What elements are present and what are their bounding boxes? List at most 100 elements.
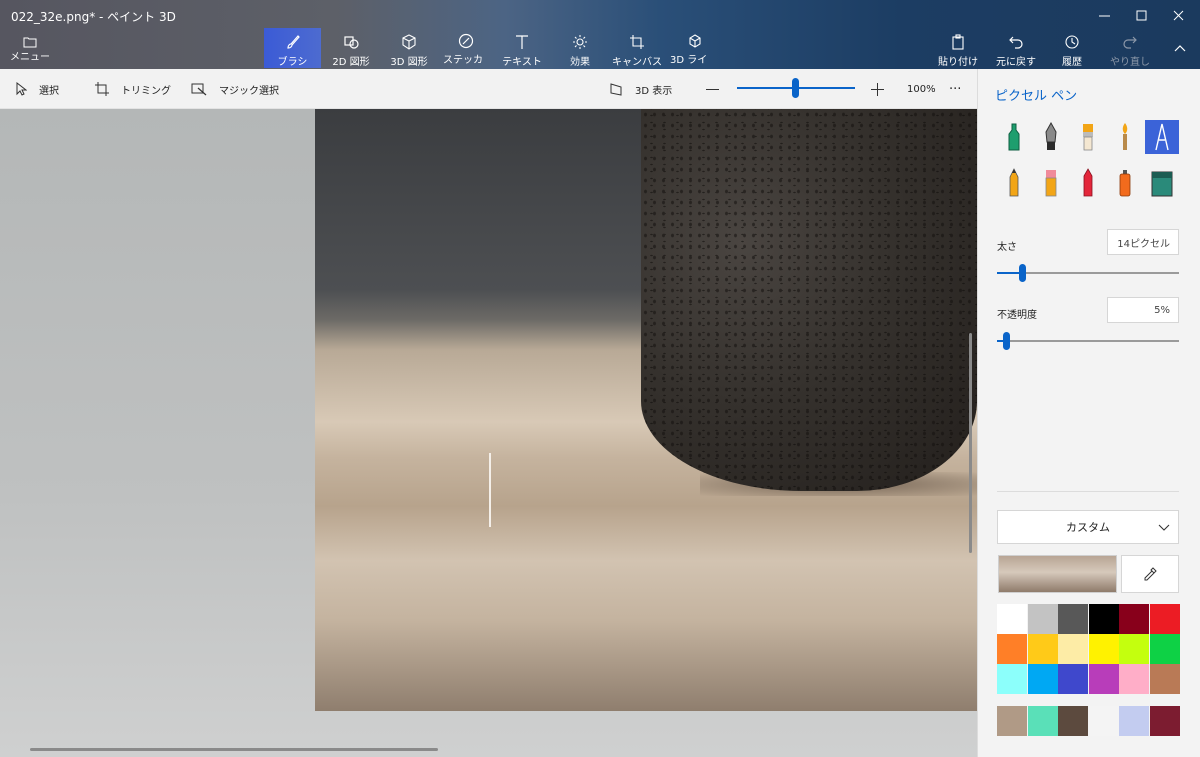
tool-brushes[interactable]: ブラシ: [264, 28, 321, 68]
brush-eraser[interactable]: [1034, 166, 1068, 200]
tool-effects[interactable]: 効果: [557, 28, 603, 68]
palette-swatch[interactable]: [1088, 634, 1119, 664]
palette-swatch[interactable]: [1058, 634, 1088, 664]
undo-button[interactable]: 元に戻す: [994, 28, 1038, 68]
palette-swatch[interactable]: [1149, 664, 1180, 694]
custom-color-swatch[interactable]: [1058, 706, 1088, 736]
maximize-icon: [1136, 10, 1146, 20]
paste-button[interactable]: 貼り付け: [936, 28, 980, 68]
2d-shapes-icon: [344, 36, 359, 49]
select-button[interactable]: 選択: [15, 69, 59, 109]
crop-button[interactable]: トリミング: [95, 69, 171, 109]
text-icon: [516, 35, 528, 49]
redo-icon: [1123, 36, 1137, 49]
brush-pixel-pen[interactable]: [1145, 120, 1179, 154]
tool-label: 履歴: [1062, 57, 1082, 68]
3d-shapes-icon: [402, 34, 416, 50]
palette-swatch[interactable]: [1058, 664, 1088, 694]
plus-icon: [871, 82, 884, 96]
tool-2d-shapes[interactable]: 2D 図形: [327, 28, 375, 68]
palette-swatch[interactable]: [997, 604, 1027, 634]
watercolor-icon: [1122, 123, 1128, 150]
palette-swatch[interactable]: [997, 634, 1027, 664]
zoom-slider-thumb[interactable]: [792, 78, 799, 98]
palette-swatch[interactable]: [1058, 604, 1088, 634]
palette-swatch[interactable]: [1027, 604, 1058, 634]
palette-swatch[interactable]: [1149, 634, 1180, 664]
brush-fill[interactable]: [1145, 166, 1179, 200]
zoom-out-button[interactable]: [706, 69, 731, 109]
palette-swatch[interactable]: [1119, 664, 1149, 694]
custom-color-swatch[interactable]: [1119, 706, 1149, 736]
tool-label: ブラシ: [277, 57, 308, 68]
palette-swatch[interactable]: [997, 664, 1027, 694]
sticker-icon: [458, 33, 474, 49]
palette-swatch[interactable]: [1027, 634, 1058, 664]
brush-pencil[interactable]: [997, 166, 1031, 200]
tool-label: 貼り付け: [938, 57, 978, 68]
canvas-toolbar: 選択 トリミング マジック選択 3D 表示 100% ···: [0, 69, 977, 109]
brush-marker[interactable]: [997, 120, 1031, 154]
brush-oil[interactable]: [1071, 120, 1105, 154]
palette-swatch[interactable]: [1027, 664, 1058, 694]
tool-label: テキスト: [502, 57, 542, 68]
palette-swatch[interactable]: [1088, 604, 1119, 634]
brush-calligraphy[interactable]: [1034, 120, 1068, 154]
tool-label: 2D 図形: [332, 57, 370, 68]
more-icon: ···: [949, 81, 962, 97]
thickness-input[interactable]: 14ピクセル: [1107, 229, 1179, 255]
cursor-icon: [16, 82, 27, 96]
calligraphy-pen-icon: [1045, 122, 1057, 150]
thickness-label: 太さ: [997, 242, 1017, 253]
ribbon: 022_32e.png* - ペイント 3D メニュー ブラシ 2D 図形 3D…: [0, 0, 1200, 81]
custom-color-swatch[interactable]: [1149, 706, 1180, 736]
vertical-scrollbar[interactable]: [969, 333, 972, 553]
spray-can-icon: [1119, 170, 1131, 197]
collapse-ribbon-button[interactable]: [1158, 33, 1200, 63]
eyedropper-icon: [1144, 567, 1157, 581]
palette-swatch[interactable]: [1088, 664, 1119, 694]
custom-color-swatch[interactable]: [997, 706, 1027, 736]
crop-icon: [95, 82, 109, 96]
tool-text[interactable]: テキスト: [499, 28, 545, 68]
zoom-in-button[interactable]: [871, 69, 896, 109]
color-mode-select[interactable]: カスタム: [997, 510, 1179, 544]
palette-swatch[interactable]: [1119, 634, 1149, 664]
tool-label: 3D 図形: [390, 57, 428, 68]
current-color-swatch[interactable]: [998, 555, 1117, 593]
more-options-button[interactable]: ···: [949, 69, 961, 109]
custom-color-swatch[interactable]: [1088, 706, 1119, 736]
eyedropper-button[interactable]: [1121, 555, 1179, 593]
horizontal-scrollbar[interactable]: [30, 748, 438, 751]
magic-select-icon: [191, 83, 207, 96]
tool-3d-library[interactable]: 3D ライブ...: [670, 28, 720, 81]
crop-label: トリミング: [121, 85, 171, 97]
tool-canvas[interactable]: キャンバス: [612, 28, 662, 68]
undo-icon: [1009, 36, 1023, 49]
crayon-icon: [1083, 168, 1093, 197]
pixel-pen-icon: [1155, 123, 1169, 151]
marker-icon: [1008, 123, 1020, 151]
history-button[interactable]: 履歴: [1052, 28, 1092, 68]
zoom-value: 100%: [907, 83, 936, 95]
palette-swatch[interactable]: [1149, 604, 1180, 634]
opacity-slider-thumb[interactable]: [1003, 332, 1010, 350]
chevron-up-icon: [1174, 45, 1186, 52]
oil-brush-icon: [1083, 124, 1093, 151]
opacity-slider-track[interactable]: [997, 340, 1179, 342]
tool-3d-shapes[interactable]: 3D 図形: [385, 28, 433, 68]
brush-watercolor[interactable]: [1108, 120, 1142, 154]
palette-swatch[interactable]: [1119, 604, 1149, 634]
custom-color-swatch[interactable]: [1027, 706, 1058, 736]
brush-spray[interactable]: [1108, 166, 1142, 200]
3d-view-button[interactable]: 3D 表示: [609, 69, 672, 109]
tool-label: やり直し: [1110, 57, 1150, 68]
brush-crayon[interactable]: [1071, 166, 1105, 200]
tool-stickers[interactable]: ステッカー: [443, 28, 489, 81]
magic-select-button[interactable]: マジック選択: [191, 69, 279, 109]
redo-button[interactable]: やり直し: [1108, 28, 1152, 68]
close-button[interactable]: [1156, 0, 1200, 30]
opacity-input[interactable]: 5%: [1107, 297, 1179, 323]
thickness-slider-thumb[interactable]: [1019, 264, 1026, 282]
menu-button[interactable]: メニュー: [8, 30, 52, 68]
